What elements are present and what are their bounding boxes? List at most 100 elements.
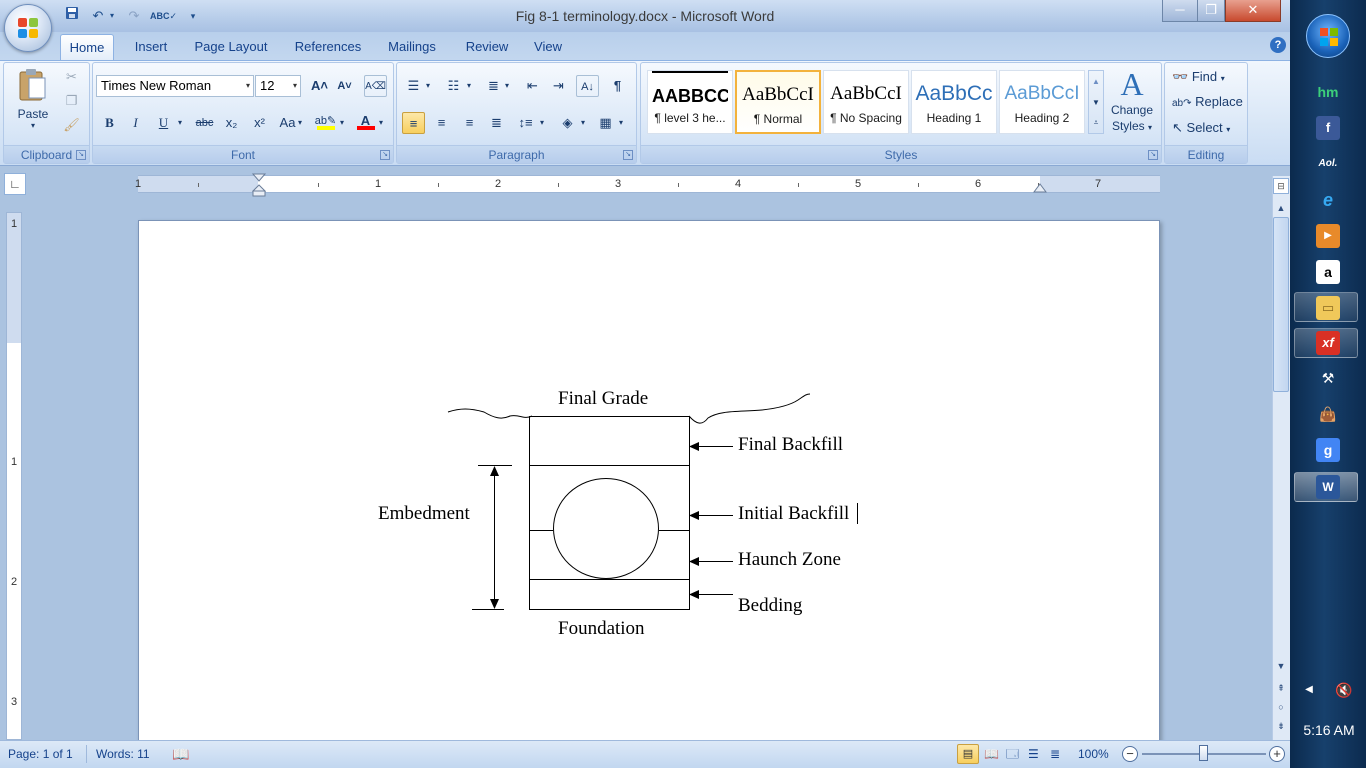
aol-icon[interactable]: Aol. xyxy=(1316,152,1340,176)
gallery-up-icon[interactable]: ▲ xyxy=(1089,71,1103,92)
font-color-dropdown-icon[interactable]: ▾ xyxy=(379,112,383,134)
justify-icon[interactable]: ≣ xyxy=(485,112,508,134)
tray-expand-icon[interactable]: ◀ xyxy=(1302,684,1316,698)
clear-formatting-icon[interactable]: A⌫ xyxy=(364,75,387,97)
select-button[interactable]: ↖ Select ▾ xyxy=(1172,117,1244,139)
word-count[interactable]: Words: 11 xyxy=(96,740,150,768)
highlight-dropdown-icon[interactable]: ▾ xyxy=(340,112,344,134)
subscript-button[interactable]: x₂ xyxy=(220,112,243,134)
hm-app-icon[interactable]: hm xyxy=(1316,80,1340,104)
scroll-up-icon[interactable]: ▲ xyxy=(1273,200,1289,216)
start-button[interactable] xyxy=(1306,14,1350,58)
align-center-icon[interactable]: ≡ xyxy=(430,112,453,134)
right-indent-icon[interactable] xyxy=(1033,183,1047,195)
zoom-out-icon[interactable]: − xyxy=(1122,746,1138,762)
borders-icon[interactable]: ▦ xyxy=(594,112,617,134)
facebook-icon[interactable]: f xyxy=(1316,116,1340,140)
multilevel-dropdown-icon[interactable]: ▾ xyxy=(505,75,509,97)
bullets-icon[interactable]: ☰ xyxy=(402,75,425,97)
change-styles-button[interactable]: A Change Styles ▾ xyxy=(1106,66,1158,144)
find-button[interactable]: 👓 Find ▾ xyxy=(1172,66,1244,88)
tab-page-layout[interactable]: Page Layout xyxy=(186,34,276,60)
shrink-font-button[interactable]: A˅ xyxy=(333,75,356,97)
tab-view[interactable]: View xyxy=(528,34,568,60)
tab-home[interactable]: Home xyxy=(60,34,114,60)
style-heading-1[interactable]: AaBbCc Heading 1 xyxy=(911,70,997,134)
folder-icon[interactable]: ▭ xyxy=(1316,296,1340,320)
line-spacing-dropdown-icon[interactable]: ▾ xyxy=(540,112,544,134)
page-count[interactable]: Page: 1 of 1 xyxy=(8,740,73,768)
show-formatting-icon[interactable]: ¶ xyxy=(606,75,629,97)
ruler-toggle-icon[interactable]: ⊟ xyxy=(1273,178,1289,194)
tab-mailings[interactable]: Mailings xyxy=(380,34,444,60)
font-launcher-icon[interactable]: ↘ xyxy=(380,150,390,160)
change-case-button[interactable]: Aa xyxy=(276,112,299,134)
save-icon[interactable] xyxy=(62,6,82,26)
draft-icon[interactable]: ≣ xyxy=(1050,740,1060,768)
tools-icon[interactable]: ⚒ xyxy=(1316,366,1340,390)
font-size-combo[interactable]: 12 ▾ xyxy=(255,75,301,97)
outline-icon[interactable]: ☰ xyxy=(1028,740,1039,768)
cut-icon[interactable]: ✂ xyxy=(60,66,83,88)
proofing-icon[interactable]: 📖 xyxy=(172,740,189,768)
xf-app-icon[interactable]: xf xyxy=(1316,331,1340,355)
next-page-icon[interactable]: ⇟ xyxy=(1273,718,1289,734)
office-button[interactable] xyxy=(4,4,52,52)
tab-review[interactable]: Review xyxy=(458,34,516,60)
taskbar-clock[interactable]: 5:16 AM xyxy=(1296,720,1362,740)
style-level-3-heading[interactable]: AABBCC ¶ level 3 he... xyxy=(647,70,733,134)
full-screen-reading-icon[interactable]: 📖 xyxy=(984,740,999,768)
styles-launcher-icon[interactable]: ↘ xyxy=(1148,150,1158,160)
customize-qat-icon[interactable]: ▾ xyxy=(186,6,200,26)
font-name-combo[interactable]: Times New Roman ▾ xyxy=(96,75,254,97)
paragraph-launcher-icon[interactable]: ↘ xyxy=(623,150,633,160)
tab-references[interactable]: References xyxy=(286,34,370,60)
sort-icon[interactable]: A↓ xyxy=(576,75,599,97)
restore-button[interactable]: ❐ xyxy=(1197,0,1225,22)
store-bag-icon[interactable]: 👜 xyxy=(1316,402,1340,426)
google-icon[interactable]: g xyxy=(1316,438,1340,462)
internet-explorer-icon[interactable]: e xyxy=(1316,188,1340,212)
web-layout-icon[interactable]: 🗔 xyxy=(1006,740,1019,768)
font-color-button[interactable]: A xyxy=(354,110,377,132)
minimize-button[interactable]: ─ xyxy=(1162,0,1198,22)
grow-font-button[interactable]: A˄ xyxy=(308,75,331,97)
format-painter-icon[interactable]: 🖌 xyxy=(60,114,83,136)
bold-button[interactable]: B xyxy=(98,112,121,134)
line-spacing-icon[interactable]: ↕≡ xyxy=(514,112,537,134)
underline-button[interactable]: U xyxy=(152,112,175,134)
redo-icon[interactable]: ↷ xyxy=(124,6,144,26)
print-layout-icon[interactable]: ▤ xyxy=(957,744,979,764)
replace-button[interactable]: ab↷ Replace xyxy=(1172,91,1244,113)
close-button[interactable]: ✕ xyxy=(1225,0,1281,22)
multilevel-list-icon[interactable]: ≣ xyxy=(482,75,505,97)
align-right-icon[interactable]: ≡ xyxy=(458,112,481,134)
styles-gallery-scroller[interactable]: ▲ ▼ ⩡ xyxy=(1088,70,1104,134)
underline-dropdown-icon[interactable]: ▾ xyxy=(178,112,182,134)
decrease-indent-icon[interactable]: ⇤ xyxy=(521,75,544,97)
previous-page-icon[interactable]: ⇞ xyxy=(1273,680,1289,696)
strikethrough-button[interactable]: abc xyxy=(193,112,216,134)
bullets-dropdown-icon[interactable]: ▾ xyxy=(426,75,430,97)
word-app-icon[interactable]: W xyxy=(1316,475,1340,499)
undo-icon[interactable]: ↶ xyxy=(88,6,108,26)
zoom-level[interactable]: 100% xyxy=(1078,740,1109,768)
gallery-more-icon[interactable]: ⩡ xyxy=(1089,113,1103,133)
amazon-icon[interactable]: a xyxy=(1316,260,1340,284)
increase-indent-icon[interactable]: ⇥ xyxy=(547,75,570,97)
style-normal[interactable]: AaBbCcI ¶ Normal xyxy=(735,70,821,134)
zoom-in-icon[interactable]: + xyxy=(1269,746,1285,762)
highlight-icon[interactable]: ab✎ xyxy=(314,110,337,132)
help-icon[interactable]: ? xyxy=(1270,37,1286,53)
scroll-thumb[interactable] xyxy=(1273,217,1289,392)
paste-button[interactable]: Paste ▾ xyxy=(12,68,54,142)
zoom-slider-thumb[interactable] xyxy=(1199,745,1208,761)
style-no-spacing[interactable]: AaBbCcI ¶ No Spacing xyxy=(823,70,909,134)
undo-dropdown-icon[interactable]: ▾ xyxy=(106,6,118,26)
style-heading-2[interactable]: AaBbCcI Heading 2 xyxy=(999,70,1085,134)
media-player-icon[interactable]: ▶ xyxy=(1316,224,1340,248)
tab-insert[interactable]: Insert xyxy=(124,34,178,60)
spelling-check-icon[interactable]: ABC✓ xyxy=(150,6,177,26)
browse-object-icon[interactable]: ○ xyxy=(1273,699,1289,715)
clipboard-launcher-icon[interactable]: ↘ xyxy=(76,150,86,160)
